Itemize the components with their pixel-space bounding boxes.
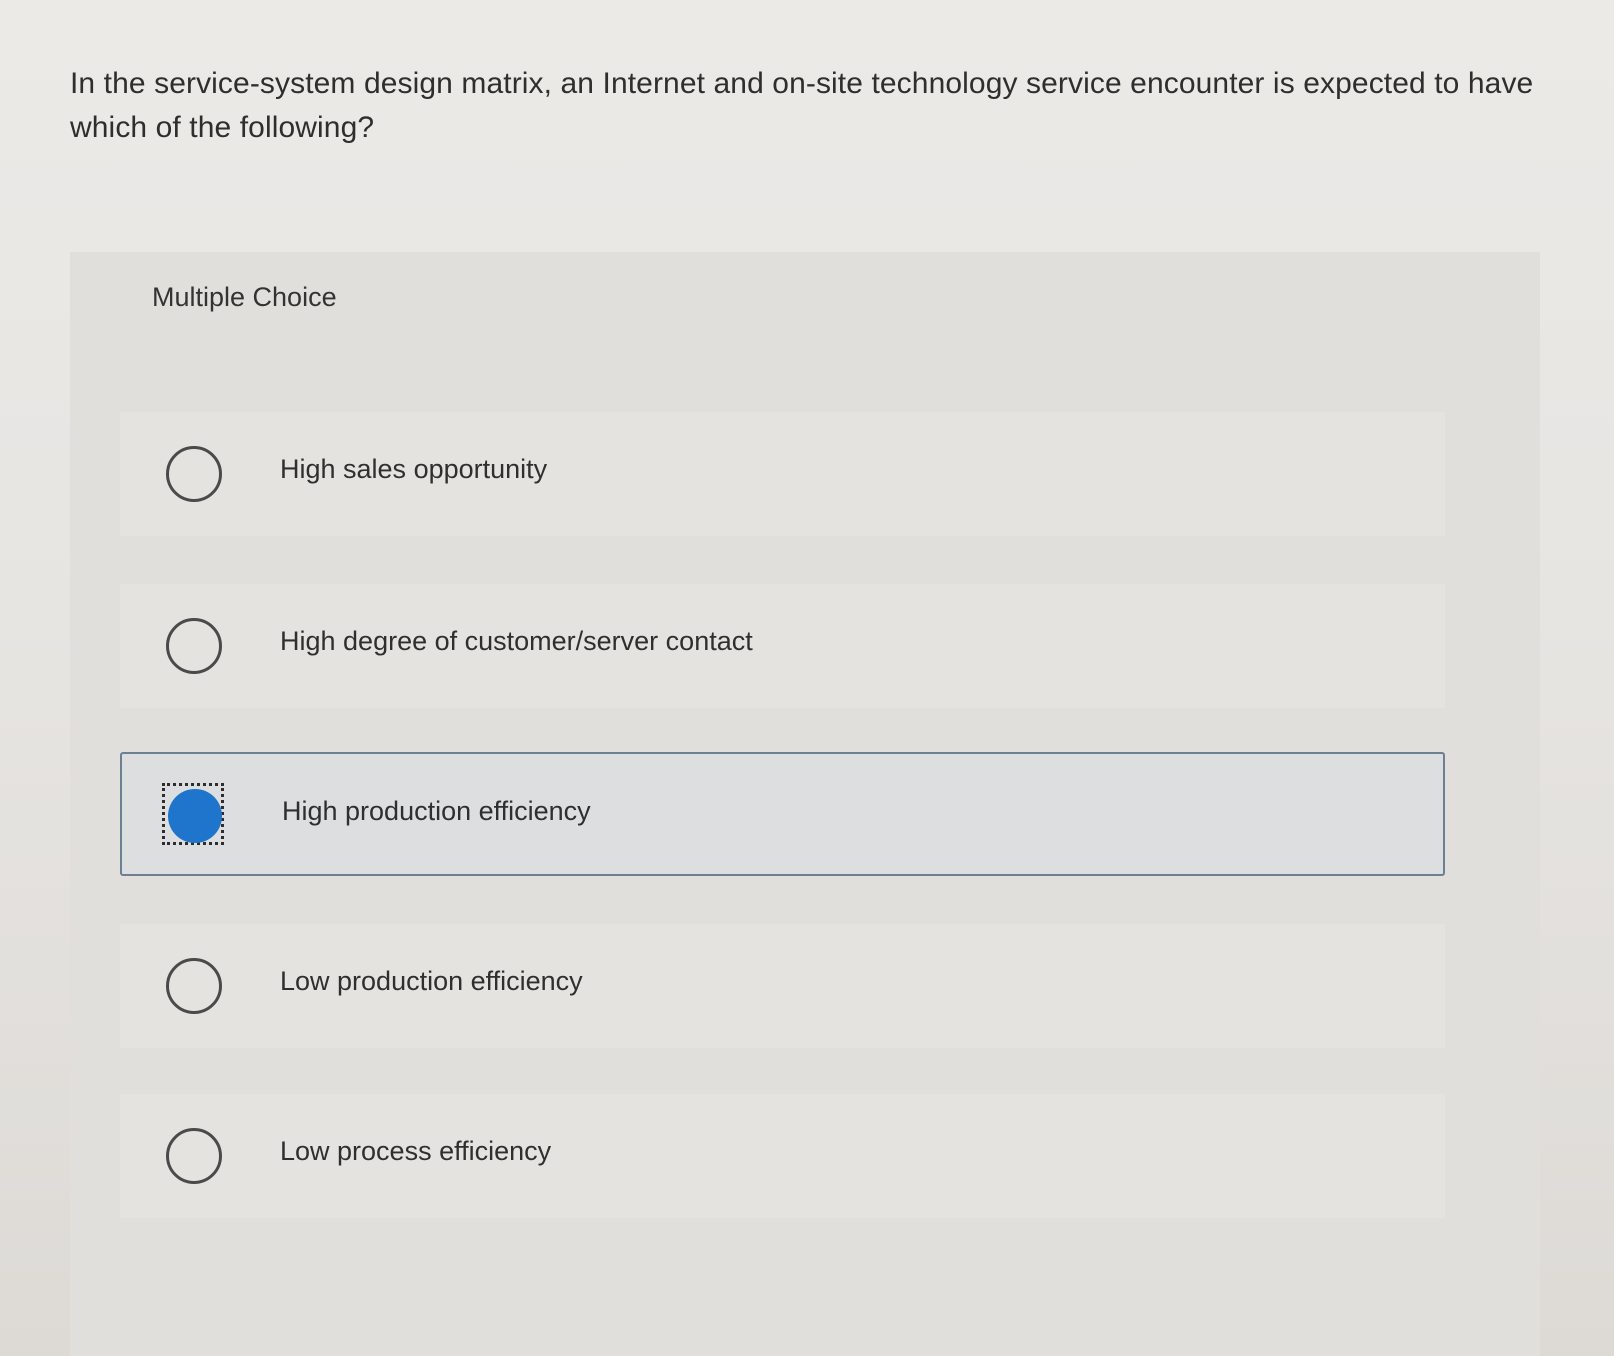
choice-label: High production efficiency xyxy=(282,796,591,826)
question-text: In the service-system design matrix, an … xyxy=(70,67,1534,144)
radio-unselected-icon[interactable] xyxy=(166,958,222,1014)
radio-unselected-icon[interactable] xyxy=(166,446,222,502)
choice-label: Low process efficiency xyxy=(280,1136,552,1166)
panel-title: Multiple Choice xyxy=(152,282,337,312)
choice-label: High sales opportunity xyxy=(280,454,548,484)
radio-selected-icon[interactable] xyxy=(168,789,222,843)
choice-option-1[interactable]: High sales opportunity xyxy=(120,412,1445,536)
choice-option-2[interactable]: High degree of customer/server contact xyxy=(120,584,1445,708)
multiple-choice-panel: Multiple Choice High sales opportunity H… xyxy=(70,252,1540,1356)
choice-option-3[interactable]: High production efficiency xyxy=(120,752,1445,876)
choice-option-4[interactable]: Low production efficiency xyxy=(120,924,1445,1048)
choice-option-5[interactable]: Low process efficiency xyxy=(120,1094,1445,1218)
radio-unselected-icon[interactable] xyxy=(166,618,222,674)
choice-label: High degree of customer/server contact xyxy=(280,626,753,656)
radio-unselected-icon[interactable] xyxy=(166,1128,222,1184)
choice-label: Low production efficiency xyxy=(280,966,583,996)
